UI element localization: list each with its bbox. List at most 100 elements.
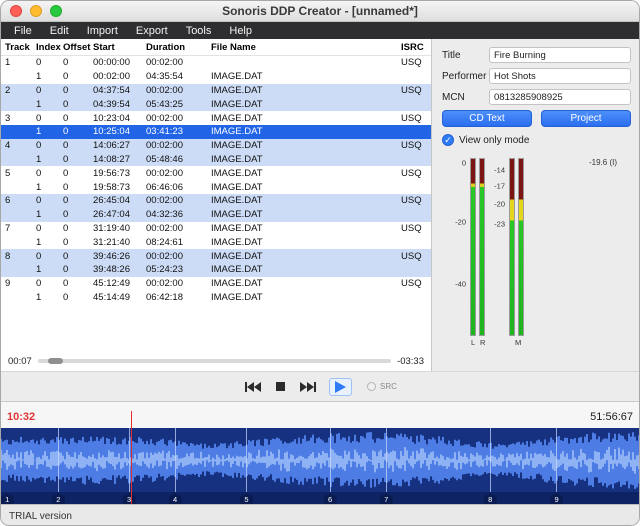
track-marker-3[interactable]: 3 [123,493,136,504]
next-track-button[interactable] [298,380,318,394]
cell-offset: 0 [59,71,89,82]
track-marker-9[interactable]: 9 [550,493,563,504]
menu-file[interactable]: File [5,24,41,38]
seek-slider[interactable] [38,354,391,368]
stop-button[interactable] [274,380,287,393]
table-row-1[interactable]: 10000:00:0000:02:00USQ [1,56,431,70]
table-row-10[interactable]: 1019:58:7306:46:06IMAGE.DAT [1,180,431,194]
title-input[interactable] [489,47,631,63]
cell-start: 00:00:00 [89,57,142,68]
cell-track: 6 [1,195,32,206]
table-row-3[interactable]: 20004:37:5400:02:00IMAGE.DATUSQ [1,84,431,98]
cell-offset: 0 [59,195,89,206]
table-row-8[interactable]: 1014:08:2705:48:46IMAGE.DAT [1,153,431,167]
track-boundary-line [175,428,176,492]
table-row-11[interactable]: 60026:45:0400:02:00IMAGE.DATUSQ [1,194,431,208]
cd-text-button[interactable]: CD Text [442,110,532,127]
waveform-section: 10:32 51:56:67 1 2 3 4 5 6 7 8 9 [1,401,639,504]
previous-track-button[interactable] [243,380,263,394]
seek-slider-track[interactable] [38,359,391,363]
cell-start: 31:21:40 [89,237,142,248]
play-button[interactable] [329,378,352,396]
cell-index: 0 [32,57,59,68]
track-marker-1[interactable]: 1 [1,493,14,504]
track-boundary-line [330,428,331,492]
table-row-5[interactable]: 30010:23:0400:02:00IMAGE.DATUSQ [1,111,431,125]
minimize-window-button[interactable] [30,5,42,17]
cell-offset: 0 [59,85,89,96]
cell-index: 1 [32,154,59,165]
menu-export[interactable]: Export [127,24,177,38]
column-header-start[interactable]: Start [89,42,142,53]
menu-help[interactable]: Help [220,24,261,38]
column-header-index[interactable]: Index [32,42,59,53]
table-row-4[interactable]: 1004:39:5405:43:25IMAGE.DAT [1,97,431,111]
column-header-track[interactable]: Track [1,42,32,53]
cell-start: 45:14:49 [89,292,142,303]
playhead-cursor[interactable] [131,411,132,504]
column-header-duration[interactable]: Duration [142,42,207,53]
table-row-2[interactable]: 1000:02:0004:35:54IMAGE.DAT [1,70,431,84]
close-window-button[interactable] [10,5,22,17]
cell-isrc: USQ [397,168,431,179]
cell-start: 10:25:04 [89,126,142,137]
mono-meter-bar [509,158,515,336]
waveform-ruler: 10:32 51:56:67 [1,401,639,428]
meter-scale-label: -23 [494,219,505,228]
src-indicator-dot [367,382,376,391]
table-row-15[interactable]: 80039:46:2600:02:00IMAGE.DATUSQ [1,249,431,263]
cell-index: 0 [32,85,59,96]
table-row-17[interactable]: 90045:12:4900:02:00IMAGE.DATUSQ [1,277,431,291]
menu-tools[interactable]: Tools [177,24,221,38]
cell-file: IMAGE.DAT [207,264,397,275]
trial-version-label: TRIAL version [9,511,72,522]
table-row-12[interactable]: 1026:47:0404:32:36IMAGE.DAT [1,208,431,222]
cell-file: IMAGE.DAT [207,85,397,96]
playback-position-strip: 00:07 -03:33 [1,351,431,371]
meter-scale-label: -17 [494,182,505,191]
table-row-9[interactable]: 50019:56:7300:02:00IMAGE.DATUSQ [1,166,431,180]
cell-offset: 0 [59,182,89,193]
cell-file: IMAGE.DAT [207,223,397,234]
track-marker-8[interactable]: 8 [484,493,497,504]
cell-offset: 0 [59,113,89,124]
table-row-7[interactable]: 40014:06:2700:02:00IMAGE.DATUSQ [1,139,431,153]
seek-slider-handle[interactable] [48,358,63,364]
menu-import[interactable]: Import [78,24,127,38]
track-marker-2[interactable]: 2 [52,493,65,504]
cell-offset: 0 [59,237,89,248]
column-header-file-name[interactable]: File Name [207,42,397,53]
mcn-input[interactable] [489,89,631,105]
performer-input[interactable] [489,68,631,84]
meter-scale-label: 0 [462,159,466,168]
cell-file: IMAGE.DAT [207,251,397,262]
cell-index: 0 [32,251,59,262]
zoom-window-button[interactable] [50,5,62,17]
column-header-offset[interactable]: Offset [59,42,89,53]
table-row-6[interactable]: 1010:25:0403:41:23IMAGE.DAT [1,125,431,139]
track-marker-4[interactable]: 4 [169,493,182,504]
cell-start: 26:47:04 [89,209,142,220]
project-button[interactable]: Project [541,110,631,127]
table-row-13[interactable]: 70031:19:4000:02:00IMAGE.DATUSQ [1,222,431,236]
cell-start: 19:58:73 [89,182,142,193]
track-boundary-line [556,428,557,492]
cell-offset: 0 [59,209,89,220]
cell-file: IMAGE.DAT [207,99,397,110]
track-marker-7[interactable]: 7 [380,493,393,504]
table-row-18[interactable]: 1045:14:4906:42:18IMAGE.DAT [1,291,431,305]
track-marker-6[interactable]: 6 [324,493,337,504]
menu-edit[interactable]: Edit [41,24,78,38]
cell-start: 14:08:27 [89,154,142,165]
waveform-display[interactable]: 1 2 3 4 5 6 7 8 9 [1,428,639,504]
cell-isrc: USQ [397,113,431,124]
table-row-16[interactable]: 1039:48:2605:24:23IMAGE.DAT [1,263,431,277]
cell-duration: 05:43:25 [142,99,207,110]
cell-offset: 0 [59,278,89,289]
track-marker-5[interactable]: 5 [240,493,253,504]
view-only-checkbox[interactable]: ✓ [442,134,454,146]
table-row-14[interactable]: 1031:21:4008:24:61IMAGE.DAT [1,235,431,249]
cell-file: IMAGE.DAT [207,209,397,220]
column-header-isrc[interactable]: ISRC [397,42,431,53]
cell-offset: 0 [59,57,89,68]
